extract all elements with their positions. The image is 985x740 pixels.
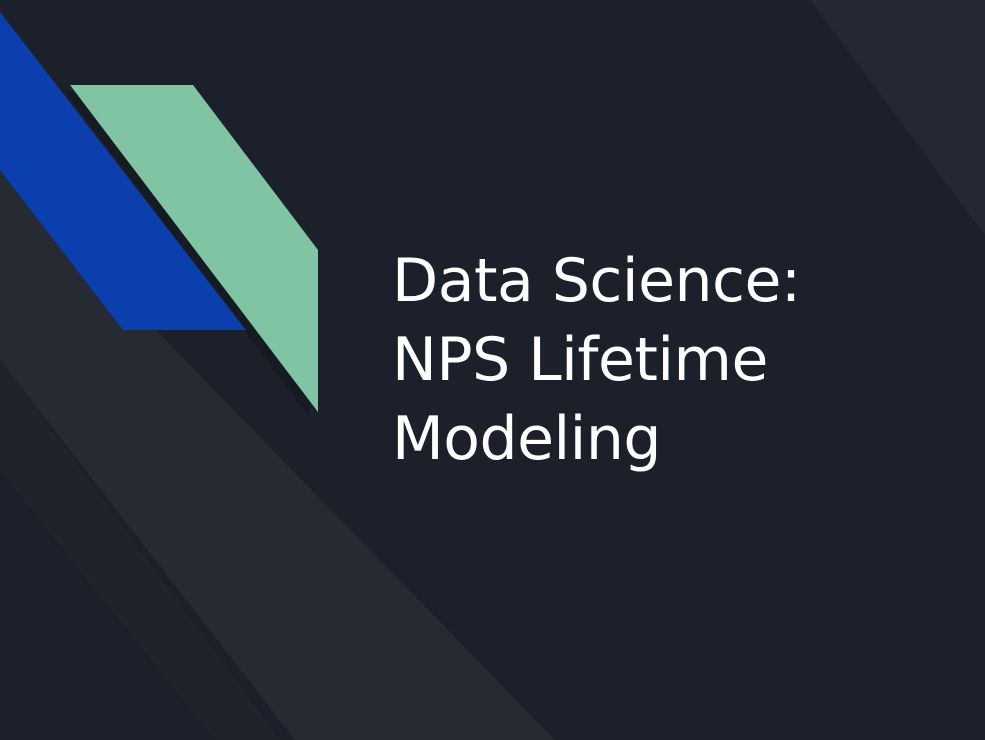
- background-stripe-top-right: [810, 0, 985, 235]
- slide-title-line-2: NPS Lifetime: [392, 325, 768, 395]
- title-slide: Data Science: NPS Lifetime Modeling: [0, 0, 985, 740]
- slide-title-line-1: Data Science:: [392, 246, 801, 316]
- slide-title-line-3: Modeling: [392, 404, 661, 474]
- slide-title: Data Science: NPS Lifetime Modeling: [392, 242, 952, 479]
